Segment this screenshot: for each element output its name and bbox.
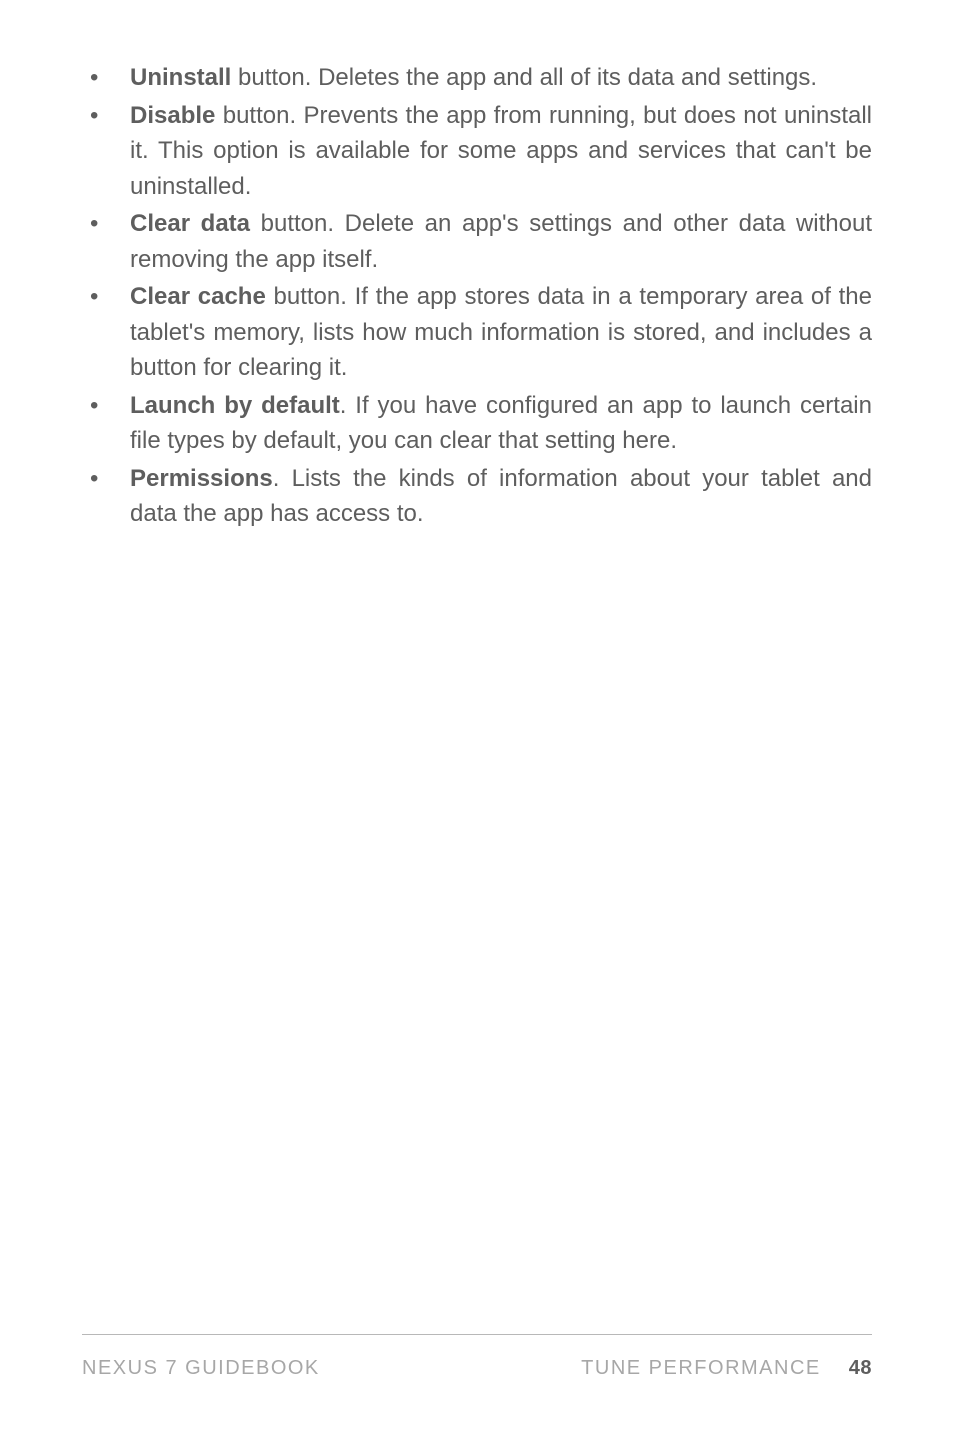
list-item-term: Permissions	[130, 465, 273, 492]
list-item: Permissions. Lists the kinds of informat…	[130, 461, 872, 532]
list-item-term: Clear data	[130, 210, 250, 237]
list-item: Clear cache button. If the app stores da…	[130, 279, 872, 386]
list-item: Disable button. Prevents the app from ru…	[130, 98, 872, 205]
list-item: Clear data button. Delete an app's setti…	[130, 206, 872, 277]
list-item-term: Clear cache	[130, 283, 266, 310]
list-item-term: Launch by default	[130, 392, 340, 419]
list-item-text: button. Prevents the app from running, b…	[130, 102, 872, 200]
list-item-term: Disable	[130, 102, 215, 129]
footer-book-title: NEXUS 7 GUIDEBOOK	[82, 1357, 320, 1380]
list-item: Uninstall button. Deletes the app and al…	[130, 60, 872, 96]
page-footer: NEXUS 7 GUIDEBOOK TUNE PERFORMANCE 48	[82, 1334, 872, 1380]
list-item-text: button. Deletes the app and all of its d…	[231, 64, 817, 91]
footer-page-number: 48	[849, 1357, 872, 1380]
document-page: Uninstall button. Deletes the app and al…	[0, 0, 954, 1435]
list-item-term: Uninstall	[130, 64, 231, 91]
bullet-list: Uninstall button. Deletes the app and al…	[82, 60, 872, 532]
footer-right: TUNE PERFORMANCE 48	[581, 1357, 872, 1380]
list-item: Launch by default. If you have configure…	[130, 388, 872, 459]
page-content: Uninstall button. Deletes the app and al…	[82, 60, 872, 532]
footer-section: TUNE PERFORMANCE	[581, 1357, 821, 1380]
